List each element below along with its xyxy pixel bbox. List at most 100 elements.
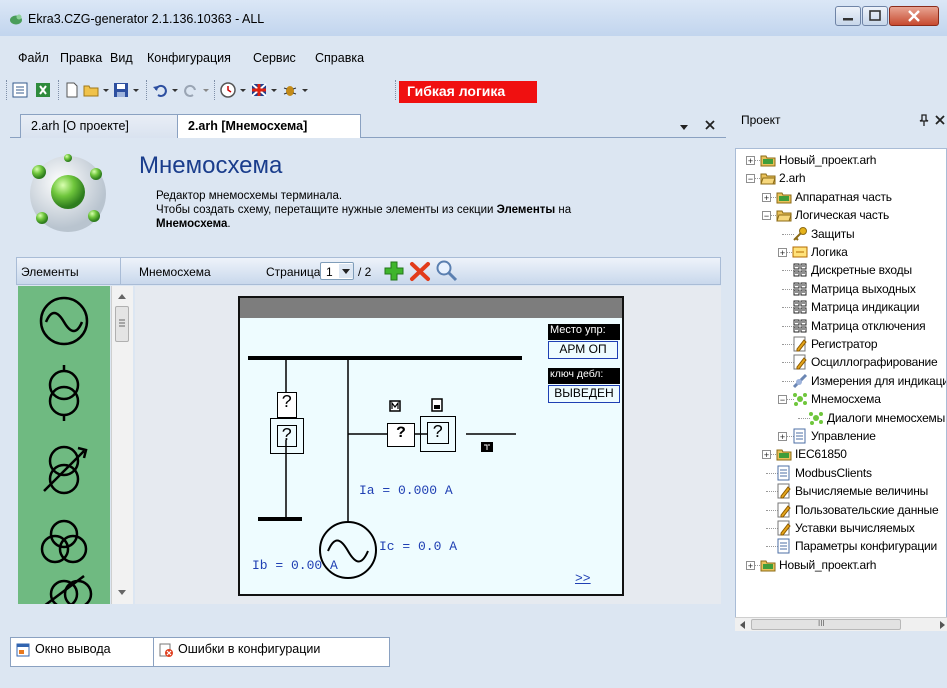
scroll-left-icon[interactable]: [740, 621, 746, 629]
next-page-link[interactable]: >>: [575, 571, 591, 586]
palette-symbols: [39, 296, 93, 604]
expand-icon[interactable]: +: [762, 450, 771, 460]
clock-icon[interactable]: [220, 82, 236, 98]
tab-list-dropdown-icon[interactable]: [678, 122, 690, 132]
tree-horizontal-scrollbar[interactable]: III: [735, 617, 947, 631]
collapse-icon[interactable]: −: [746, 174, 755, 184]
close-button[interactable]: [889, 6, 939, 26]
tree-node[interactable]: Матрица индикации: [811, 300, 920, 314]
tree-node[interactable]: Измерения для индикации: [811, 374, 946, 388]
close-panel-icon[interactable]: [934, 114, 946, 126]
tree-node[interactable]: ModbusClients: [795, 466, 872, 480]
terminal-screen[interactable]: ? ? ? ? М Ia = 0.000 A Ic = 0.0 A Ib = 0…: [238, 296, 624, 596]
scroll-up-icon[interactable]: [117, 292, 127, 300]
excel-icon[interactable]: [35, 82, 51, 98]
delete-page-icon[interactable]: [409, 260, 431, 282]
expand-icon[interactable]: +: [746, 560, 755, 570]
tree-node[interactable]: Логическая часть: [795, 208, 889, 222]
flag-icon[interactable]: [251, 82, 267, 98]
chevron-down-icon[interactable]: [171, 82, 179, 98]
switch-status-q1[interactable]: ?: [277, 392, 297, 418]
chevron-down-icon[interactable]: [270, 82, 278, 98]
breaker-2[interactable]: ?: [420, 416, 456, 452]
flex-logic-button[interactable]: Гибкая логика: [399, 81, 537, 103]
new-document-icon[interactable]: [64, 82, 80, 98]
breaker-1[interactable]: ?: [270, 418, 304, 454]
folder-icon: [760, 155, 776, 167]
zoom-icon[interactable]: [435, 259, 459, 283]
tree-node[interactable]: Аппаратная часть: [795, 190, 892, 204]
minimize-button[interactable]: [835, 6, 861, 26]
tree-node[interactable]: Осциллографирование: [811, 355, 938, 369]
palette-scrollbar[interactable]: [111, 286, 133, 604]
scroll-thumb[interactable]: [115, 306, 129, 342]
expand-icon[interactable]: +: [762, 192, 771, 202]
menu-file[interactable]: Файл: [18, 51, 49, 65]
menu-service[interactable]: Сервис: [253, 51, 296, 65]
expand-icon[interactable]: +: [778, 432, 787, 442]
tree-node[interactable]: Новый_проект.arh: [779, 153, 876, 167]
transformer-element-icon[interactable]: [48, 365, 80, 421]
tree-node[interactable]: Управление: [811, 429, 876, 443]
tree-node[interactable]: Матрица выходных: [811, 282, 916, 296]
pin-icon[interactable]: [919, 114, 929, 126]
undo-icon[interactable]: [152, 82, 168, 98]
chevron-down-icon[interactable]: [132, 82, 140, 98]
menu-configuration[interactable]: Конфигурация: [147, 51, 231, 65]
document-edit-icon: [777, 483, 791, 499]
project-panel-title: Проект: [741, 113, 781, 127]
tree-scroll-thumb[interactable]: III: [751, 619, 901, 630]
maximize-button[interactable]: [862, 6, 888, 26]
tree-node[interactable]: Диалоги мнемосхемы: [827, 411, 945, 425]
disconnector-status-q3[interactable]: ?: [387, 423, 415, 447]
tree-node[interactable]: IEC61850: [795, 447, 847, 461]
tree-node[interactable]: 2.arh: [779, 171, 806, 185]
redo-icon[interactable]: [183, 82, 199, 98]
open-folder-icon[interactable]: [83, 82, 99, 98]
tree-node[interactable]: Уставки вычисляемых: [795, 521, 915, 535]
project-tree[interactable]: + Новый_проект.arh − 2.arh + Аппаратная часть…: [735, 148, 947, 618]
tree-node[interactable]: Параметры конфигурации: [795, 539, 937, 553]
chevron-down-icon[interactable]: [239, 82, 247, 98]
bug-icon[interactable]: [282, 82, 298, 98]
adjustable-three-winding-element-icon[interactable]: [44, 575, 93, 604]
menu-edit[interactable]: Правка: [60, 51, 102, 65]
page-select[interactable]: 1: [320, 262, 354, 280]
unlock-key-value[interactable]: ВЫВЕДЕН: [548, 385, 620, 403]
save-icon[interactable]: [113, 82, 129, 98]
tree-node[interactable]: Новый_проект.arh: [779, 558, 876, 572]
toolbar-separator: [395, 80, 397, 100]
add-page-icon[interactable]: [383, 260, 405, 282]
close-tab-icon[interactable]: [703, 118, 717, 132]
page-total: / 2: [358, 265, 372, 279]
chevron-down-icon[interactable]: [202, 82, 210, 98]
tree-node[interactable]: Пользовательские данные: [795, 503, 939, 517]
tab-config-errors[interactable]: Ошибки в конфигурации: [153, 637, 390, 667]
scroll-down-icon[interactable]: [117, 589, 127, 597]
tree-node[interactable]: Матрица отключения: [811, 319, 926, 333]
tree-node[interactable]: Мнемосхема: [811, 392, 881, 406]
tree-node[interactable]: Защиты: [811, 227, 855, 241]
chevron-down-icon[interactable]: [301, 82, 309, 98]
tree-node[interactable]: Вычисляемые величины: [795, 484, 928, 498]
chevron-down-icon[interactable]: [102, 82, 110, 98]
expand-icon[interactable]: +: [778, 248, 787, 258]
scroll-right-icon[interactable]: [939, 621, 945, 629]
collapse-icon[interactable]: −: [762, 211, 771, 221]
menu-view[interactable]: Вид: [110, 51, 133, 65]
expand-icon[interactable]: +: [746, 156, 755, 166]
control-place-value[interactable]: АРМ ОП: [548, 341, 618, 359]
tree-node[interactable]: Логика: [811, 245, 848, 259]
tree-node[interactable]: Дискретные входы: [811, 263, 912, 277]
document-icon: [777, 465, 790, 481]
description-line-2: Чтобы создать схему, перетащите нужные э…: [156, 204, 572, 216]
matrix-icon: [793, 282, 807, 296]
tree-node[interactable]: Регистратор: [811, 337, 878, 351]
bottom-tool-tabs: Окно вывода Ошибки в конфигурации: [10, 637, 947, 667]
list-view-icon[interactable]: [12, 82, 28, 98]
generator-element-icon[interactable]: [39, 296, 89, 346]
menu-help[interactable]: Справка: [315, 51, 364, 65]
collapse-icon[interactable]: −: [778, 395, 787, 405]
three-winding-transformer-element-icon[interactable]: [40, 519, 88, 564]
adjustable-transformer-element-icon[interactable]: [43, 445, 88, 495]
